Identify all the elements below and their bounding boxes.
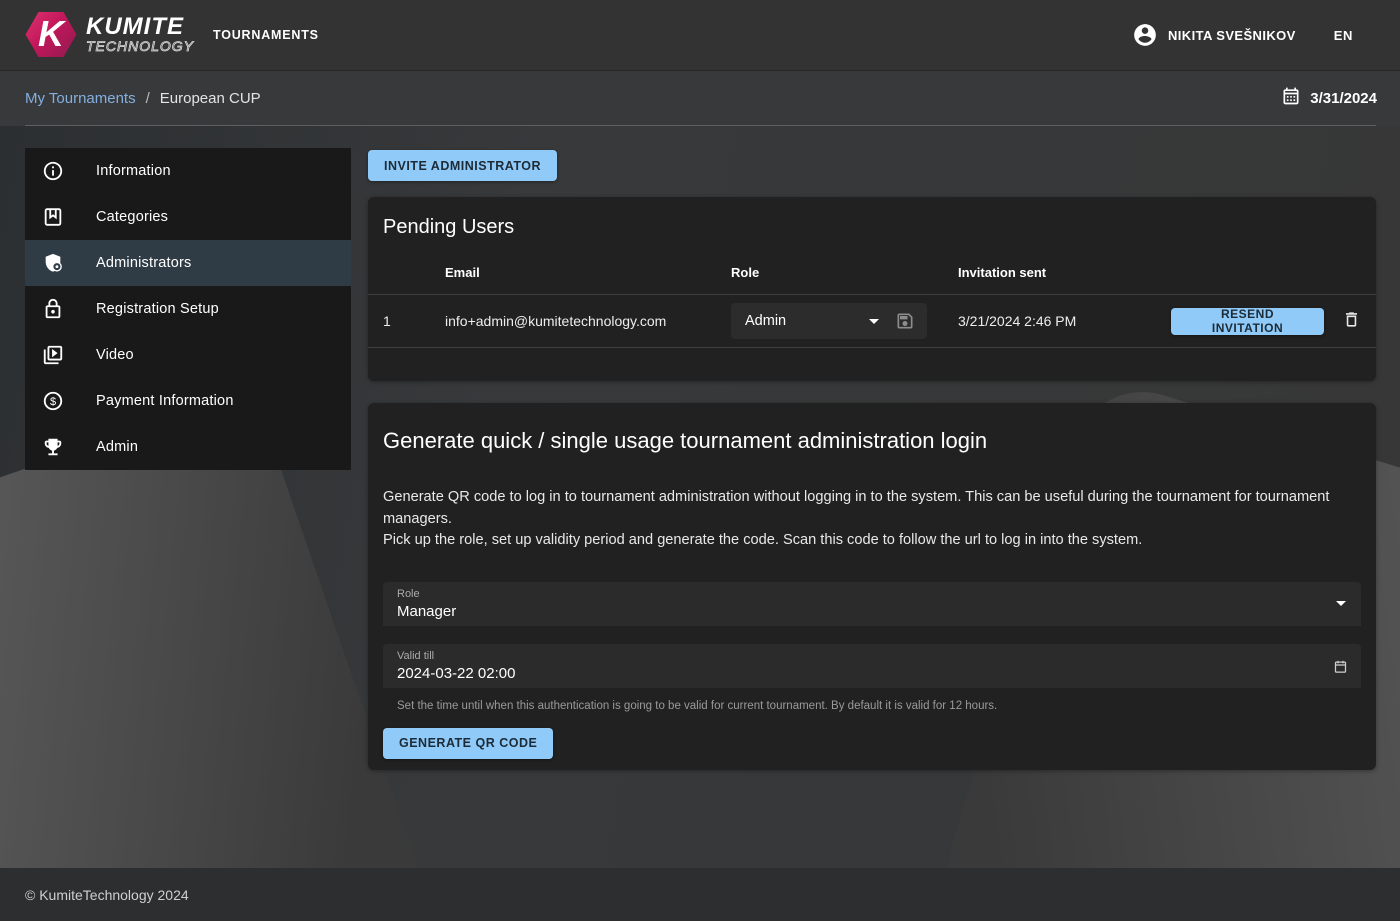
- sidebar-item-label: Administrators: [96, 255, 191, 271]
- language-selector[interactable]: EN: [1334, 28, 1353, 43]
- row-role-cell: Admin: [731, 303, 958, 339]
- svg-text:$: $: [50, 396, 56, 408]
- top-navbar: K KUMITE TECHNOLOGY TOURNAMENTS NIKITA S…: [0, 0, 1400, 70]
- pending-users-table-header: Email Role Invitation sent: [368, 250, 1376, 295]
- logo-letter: K: [38, 16, 64, 52]
- payment-dollar-icon: $: [41, 389, 65, 413]
- brand-logo[interactable]: K KUMITE TECHNOLOGY: [25, 11, 194, 58]
- page-body: Information Categories Administrators Re…: [0, 126, 1400, 921]
- brand-text: KUMITE TECHNOLOGY: [86, 15, 194, 54]
- sidebar-item-administrators[interactable]: Administrators: [25, 240, 351, 286]
- breadcrumb: My Tournaments / European CUP: [25, 70, 261, 126]
- breadcrumb-current: European CUP: [160, 90, 261, 107]
- row-invitation-sent: 3/21/2024 2:46 PM: [958, 313, 1171, 329]
- categories-icon: [41, 205, 65, 229]
- breadcrumb-link-my-tournaments[interactable]: My Tournaments: [25, 90, 136, 107]
- sidebar-item-label: Admin: [96, 439, 138, 455]
- nav-item-tournaments[interactable]: TOURNAMENTS: [213, 0, 319, 70]
- qr-section-title: Generate quick / single usage tournament…: [383, 418, 1361, 454]
- save-role-button[interactable]: [895, 311, 915, 331]
- invite-administrator-button[interactable]: INVITE ADMINISTRATOR: [368, 150, 557, 181]
- valid-till-label: Valid till: [397, 650, 1347, 662]
- sidebar-item-video[interactable]: Video: [25, 332, 351, 378]
- breadcrumb-bar: My Tournaments / European CUP 3/31/2024: [0, 70, 1400, 126]
- admin-shield-icon: [41, 251, 65, 275]
- pending-users-card: Pending Users Email Role Invitation sent…: [368, 197, 1376, 381]
- pending-users-title: Pending Users: [368, 197, 1376, 239]
- role-field-label: Role: [397, 588, 1347, 600]
- sidebar-item-admin[interactable]: Admin: [25, 424, 351, 470]
- description-line-1: Generate QR code to log in to tournament…: [383, 487, 1361, 530]
- copyright-text: © KumiteTechnology 2024: [25, 887, 189, 903]
- user-name: NIKITA SVEŠNIKOV: [1168, 28, 1296, 43]
- tournament-sidebar: Information Categories Administrators Re…: [25, 148, 351, 470]
- kumite-hexagon-logo-icon: K: [25, 11, 77, 58]
- row-actions: RESEND INVITATION: [1171, 308, 1361, 335]
- valid-till-helper-text: Set the time until when this authenticat…: [397, 700, 1361, 712]
- valid-till-value: 2024-03-22 02:00: [397, 665, 1347, 682]
- breadcrumb-separator: /: [146, 90, 150, 107]
- delete-invitation-button[interactable]: [1342, 310, 1361, 332]
- sidebar-item-information[interactable]: Information: [25, 148, 351, 194]
- sidebar-item-registration-setup[interactable]: Registration Setup: [25, 286, 351, 332]
- info-icon: [41, 159, 65, 183]
- account-circle-icon: [1132, 22, 1158, 48]
- sidebar-item-payment-information[interactable]: $ Payment Information: [25, 378, 351, 424]
- sidebar-item-label: Registration Setup: [96, 301, 219, 317]
- generate-qr-code-button[interactable]: GENERATE QR CODE: [383, 728, 553, 759]
- sidebar-item-label: Information: [96, 163, 171, 179]
- video-library-icon: [41, 343, 65, 367]
- lock-icon: [41, 297, 65, 321]
- date-picker-icon[interactable]: [1333, 659, 1348, 679]
- table-row: 1 info+admin@kumitetechnology.com Admin …: [368, 295, 1376, 348]
- sidebar-item-label: Categories: [96, 209, 168, 225]
- page-footer: © KumiteTechnology 2024: [0, 868, 1400, 921]
- qr-section-description: Generate QR code to log in to tournament…: [383, 487, 1361, 552]
- column-header-invitation-sent: Invitation sent: [958, 265, 1171, 280]
- row-index: 1: [383, 313, 445, 329]
- qr-login-card: Generate quick / single usage tournament…: [368, 403, 1376, 770]
- tournament-date[interactable]: 3/31/2024: [1281, 70, 1377, 126]
- column-header-role: Role: [731, 265, 958, 280]
- sidebar-item-label: Video: [96, 347, 134, 363]
- role-field-value: Manager: [397, 603, 1347, 620]
- row-email: info+admin@kumitetechnology.com: [445, 313, 731, 329]
- user-menu[interactable]: NIKITA SVEŠNIKOV: [1132, 22, 1296, 48]
- date-value: 3/31/2024: [1310, 90, 1377, 107]
- app-window: K KUMITE TECHNOLOGY TOURNAMENTS NIKITA S…: [0, 0, 1400, 921]
- description-line-2: Pick up the role, set up validity period…: [383, 530, 1361, 552]
- resend-invitation-button[interactable]: RESEND INVITATION: [1171, 308, 1324, 335]
- navbar-right: NIKITA SVEŠNIKOV EN: [1132, 0, 1353, 70]
- main-content: INVITE ADMINISTRATOR Pending Users Email…: [368, 150, 1376, 770]
- trash-icon: [1342, 310, 1361, 332]
- role-select[interactable]: Admin: [731, 303, 927, 339]
- column-header-email: Email: [445, 265, 731, 280]
- chevron-down-icon: [1336, 601, 1346, 606]
- brand-name: KUMITE: [86, 15, 194, 39]
- chevron-down-icon: [869, 319, 879, 324]
- brand-subtitle: TECHNOLOGY: [86, 39, 194, 54]
- calendar-icon: [1281, 86, 1301, 111]
- valid-till-field[interactable]: Valid till 2024-03-22 02:00: [383, 644, 1361, 688]
- role-field[interactable]: Role Manager: [383, 582, 1361, 626]
- role-select-value: Admin: [745, 313, 869, 329]
- sidebar-item-categories[interactable]: Categories: [25, 194, 351, 240]
- sidebar-item-label: Payment Information: [96, 393, 234, 409]
- trophy-icon: [41, 435, 65, 459]
